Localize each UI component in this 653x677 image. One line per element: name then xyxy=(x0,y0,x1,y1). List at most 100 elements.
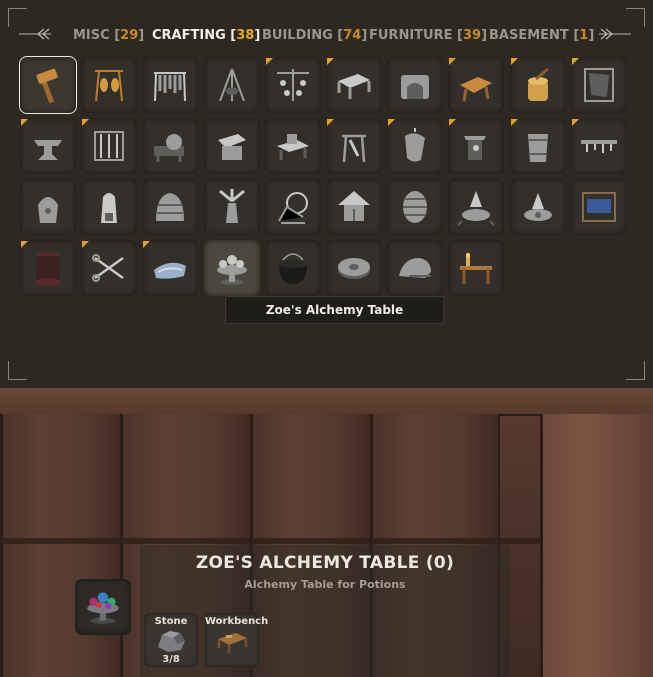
bucket-icon xyxy=(527,134,548,162)
build-piece-slot[interactable] xyxy=(570,179,627,235)
tool-stand-icon xyxy=(342,134,366,163)
build-piece-slot[interactable] xyxy=(203,179,260,235)
build-piece-slot[interactable] xyxy=(326,118,382,174)
tab-furniture[interactable]: FURNITURE [39] xyxy=(369,28,487,43)
build-piece-slot[interactable] xyxy=(19,56,77,114)
wall-seam xyxy=(0,538,540,544)
ceiling-beam xyxy=(0,388,653,416)
workbench-upgrade-icon xyxy=(337,74,371,99)
build-piece-slot[interactable] xyxy=(387,118,444,174)
build-piece-slot[interactable] xyxy=(326,179,382,235)
frame-corner xyxy=(8,361,27,380)
tool-shelf-icon xyxy=(580,140,617,153)
tab-count: 74 xyxy=(343,28,362,43)
tab-crafting[interactable]: CRAFTING [38] xyxy=(152,28,260,43)
build-piece-slot[interactable] xyxy=(20,240,76,296)
tab-label: CRAFTING xyxy=(152,28,226,43)
spinning-wheel-icon xyxy=(277,192,308,224)
build-piece-slot[interactable] xyxy=(448,240,505,296)
next-category-arrow-icon[interactable] xyxy=(598,24,632,48)
whetstone-icon xyxy=(399,258,432,278)
selected-piece-title: ZOE'S ALCHEMY TABLE (0) xyxy=(195,553,455,573)
build-piece-slot[interactable] xyxy=(448,118,505,174)
tab-label: MISC xyxy=(73,28,110,43)
cooking-tripod-icon xyxy=(218,68,245,102)
build-piece-slot[interactable] xyxy=(203,240,260,296)
wall-plank xyxy=(0,414,125,677)
build-menu-panel: MISC [29] CRAFTING [38] BUILDING [74] FU… xyxy=(0,0,653,388)
training-dummy-icon xyxy=(95,70,124,102)
new-piece-marker xyxy=(510,58,518,65)
build-piece-slot[interactable] xyxy=(142,240,199,296)
galdr-table-icon xyxy=(523,193,552,221)
build-piece-slot[interactable] xyxy=(203,57,260,113)
hanging-rack-icon xyxy=(276,69,309,101)
build-piece-slot[interactable] xyxy=(264,118,321,174)
prev-category-arrow-icon[interactable] xyxy=(18,24,52,48)
build-piece-slot[interactable] xyxy=(387,57,444,113)
tanning-rack-icon xyxy=(460,77,493,102)
build-piece-slot[interactable] xyxy=(142,179,199,235)
build-piece-slot[interactable] xyxy=(81,57,138,113)
build-piece-slot[interactable] xyxy=(20,179,76,235)
build-piece-slot[interactable] xyxy=(81,240,138,296)
build-piece-slot[interactable] xyxy=(387,179,444,235)
new-piece-marker xyxy=(449,58,457,65)
selected-piece-description: Alchemy Table for Potions xyxy=(244,578,406,591)
smelter-icon xyxy=(38,197,58,223)
build-piece-slot[interactable] xyxy=(20,118,76,174)
new-piece-marker xyxy=(571,119,579,126)
tab-count: 29 xyxy=(120,28,139,43)
build-piece-slot[interactable] xyxy=(81,179,138,235)
bellows-icon xyxy=(405,128,426,162)
build-piece-slot[interactable] xyxy=(509,57,566,113)
build-piece-slot[interactable] xyxy=(203,118,260,174)
new-piece-marker xyxy=(571,58,579,65)
build-piece-slot[interactable] xyxy=(264,57,321,113)
frame-corner xyxy=(626,361,645,380)
barrel-icon xyxy=(403,191,428,223)
tab-building[interactable]: BUILDING [74] xyxy=(262,28,367,43)
build-piece-slot[interactable] xyxy=(448,179,505,235)
build-piece-slot[interactable] xyxy=(264,179,321,235)
build-piece-slot[interactable] xyxy=(264,240,321,296)
tab-count: 1 xyxy=(579,28,589,43)
build-piece-slot[interactable] xyxy=(570,57,627,113)
build-piece-slot[interactable] xyxy=(81,118,138,174)
grinding-wheel-icon xyxy=(154,134,185,162)
build-piece-slot[interactable] xyxy=(326,240,382,296)
piece-tooltip: Zoe's Alchemy Table xyxy=(225,296,444,324)
stone-icon xyxy=(158,631,185,652)
build-piece-slot[interactable] xyxy=(142,118,199,174)
fabric-roll-icon xyxy=(154,262,187,279)
build-piece-slot[interactable] xyxy=(448,57,505,113)
new-piece-marker xyxy=(449,119,457,126)
build-piece-slot[interactable] xyxy=(142,57,199,113)
weapon-rack-icon xyxy=(94,131,125,161)
tab-basement[interactable]: BASEMENT [1] xyxy=(489,28,594,43)
build-piece-slot[interactable] xyxy=(326,57,382,113)
category-tabs: MISC [29] CRAFTING [38] BUILDING [74] FU… xyxy=(0,24,653,48)
new-piece-marker xyxy=(265,58,273,65)
windmill-icon xyxy=(218,189,245,223)
blackforge-anvil-icon xyxy=(464,136,487,160)
alchemy-table-icon xyxy=(87,592,119,624)
tab-misc[interactable]: MISC [29] xyxy=(73,28,144,43)
hammer-icon xyxy=(36,68,58,104)
build-piece-slot[interactable] xyxy=(509,179,566,235)
requirement-amount: 3/8 xyxy=(162,654,180,665)
tab-label: FURNITURE xyxy=(369,28,453,43)
new-piece-marker xyxy=(82,241,90,248)
tab-label: BASEMENT xyxy=(489,28,569,43)
build-piece-slot[interactable] xyxy=(387,240,444,296)
cauldron-icon xyxy=(278,253,307,284)
new-piece-marker xyxy=(143,241,151,248)
new-piece-marker xyxy=(82,119,90,126)
requirement-stone: Stone 3/8 xyxy=(144,613,198,667)
new-piece-marker xyxy=(21,241,28,248)
vise-icon xyxy=(276,134,309,160)
build-piece-slot[interactable] xyxy=(570,118,627,174)
forge-cooler-icon xyxy=(217,134,246,160)
eitr-refinery-icon xyxy=(457,191,496,226)
build-piece-slot[interactable] xyxy=(509,118,566,174)
